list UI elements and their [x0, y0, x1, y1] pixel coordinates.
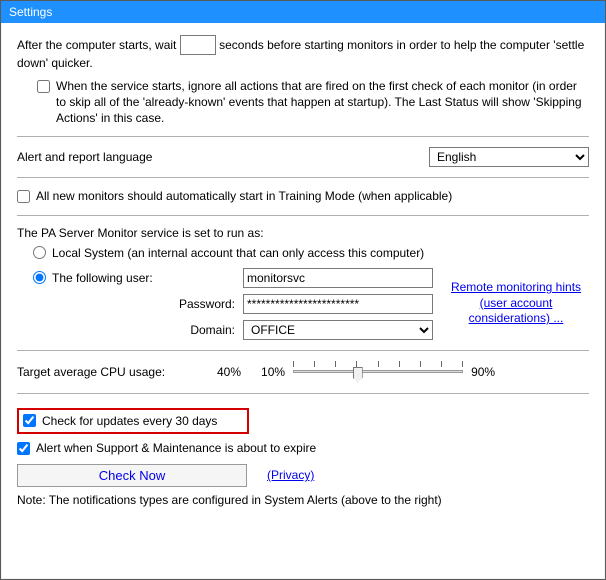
- cpu-current-value: 40%: [217, 365, 241, 379]
- slider-thumb[interactable]: [353, 367, 363, 383]
- service-intro: The PA Server Monitor service is set to …: [17, 226, 589, 240]
- check-now-row: Check Now (Privacy): [17, 464, 589, 487]
- slider-track: [293, 370, 463, 373]
- user-account-link[interactable]: (user account considerations) ...: [443, 296, 589, 327]
- check-updates-checkbox[interactable]: [23, 414, 36, 427]
- startup-prefix: After the computer starts, wait: [17, 38, 176, 52]
- separator: [17, 136, 589, 137]
- cpu-row: Target average CPU usage: 40% 10% 90%: [17, 361, 589, 383]
- local-system-label: Local System (an internal account that c…: [52, 246, 424, 260]
- privacy-link[interactable]: (Privacy): [267, 468, 314, 482]
- domain-label: Domain:: [33, 323, 243, 337]
- user-credentials-grid: The following user: Remote monitoring hi…: [33, 268, 589, 340]
- following-user-radio[interactable]: [33, 271, 46, 284]
- password-label: Password:: [33, 297, 243, 311]
- following-user-label: The following user:: [52, 271, 153, 285]
- ignore-first-check-label: When the service starts, ignore all acti…: [56, 78, 589, 127]
- domain-select[interactable]: OFFICE: [243, 320, 433, 340]
- ignore-first-check-checkbox[interactable]: [37, 80, 50, 93]
- cpu-slider-wrap: 10% 90%: [261, 361, 589, 383]
- titlebar: Settings: [1, 1, 605, 23]
- separator: [17, 350, 589, 351]
- startup-wait-row: After the computer starts, wait seconds …: [17, 35, 589, 72]
- local-system-row: Local System (an internal account that c…: [33, 246, 589, 260]
- training-mode-row: All new monitors should automatically st…: [17, 188, 589, 204]
- password-input[interactable]: [243, 294, 433, 314]
- remote-hints-link[interactable]: Remote monitoring hints: [443, 280, 589, 296]
- alert-expire-label: Alert when Support & Maintenance is abou…: [36, 440, 316, 456]
- separator: [17, 393, 589, 394]
- help-links: Remote monitoring hints (user account co…: [443, 280, 589, 327]
- following-user-row: The following user:: [33, 271, 243, 285]
- username-input[interactable]: [243, 268, 433, 288]
- alert-expire-row: Alert when Support & Maintenance is abou…: [17, 440, 589, 456]
- separator: [17, 215, 589, 216]
- training-mode-checkbox[interactable]: [17, 190, 30, 203]
- footer-note: Note: The notifications types are config…: [17, 493, 589, 507]
- check-updates-row: Check for updates every 30 days: [17, 404, 589, 434]
- language-label: Alert and report language: [17, 150, 152, 164]
- window-title: Settings: [9, 5, 52, 19]
- highlight-box: Check for updates every 30 days: [17, 408, 249, 434]
- cpu-label: Target average CPU usage:: [17, 365, 197, 379]
- slider-ticks: [293, 361, 463, 369]
- language-row: Alert and report language English: [17, 147, 589, 167]
- language-select[interactable]: English: [429, 147, 589, 167]
- cpu-slider[interactable]: [293, 361, 463, 383]
- alert-expire-checkbox[interactable]: [17, 442, 30, 455]
- separator: [17, 177, 589, 178]
- settings-window: Settings After the computer starts, wait…: [0, 0, 606, 580]
- check-now-button[interactable]: Check Now: [17, 464, 247, 487]
- content-area: After the computer starts, wait seconds …: [1, 23, 605, 517]
- training-mode-label: All new monitors should automatically st…: [36, 188, 452, 204]
- startup-seconds-input[interactable]: [180, 35, 216, 55]
- cpu-min-label: 10%: [261, 365, 285, 379]
- local-system-radio[interactable]: [33, 246, 46, 259]
- ignore-first-check-row: When the service starts, ignore all acti…: [17, 78, 589, 127]
- check-updates-label: Check for updates every 30 days: [42, 414, 217, 428]
- cpu-max-label: 90%: [471, 365, 495, 379]
